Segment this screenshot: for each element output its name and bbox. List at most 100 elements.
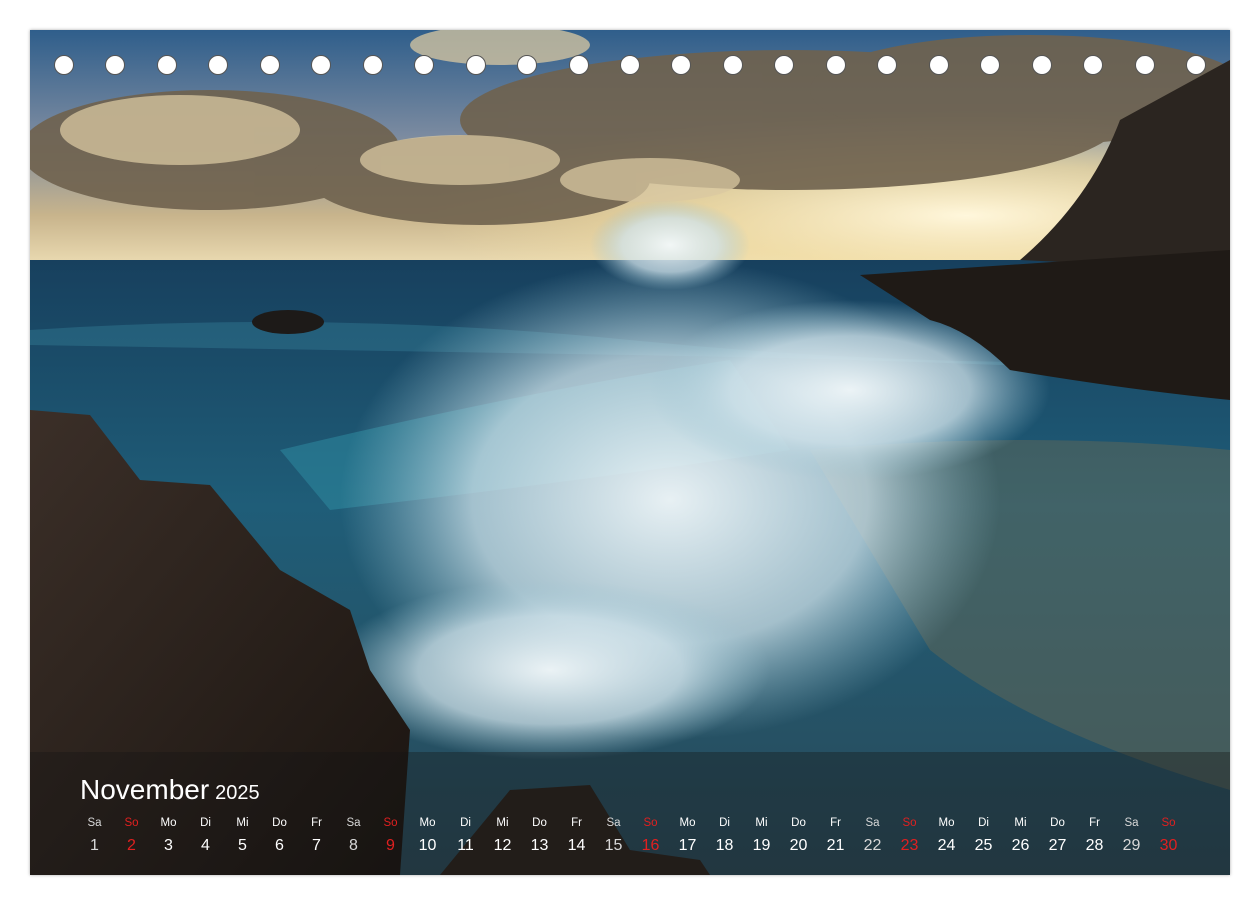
day-number: 14	[567, 837, 586, 854]
weekday-label: Di	[978, 817, 989, 829]
weekday-label: Mo	[679, 817, 696, 829]
binding-hole	[826, 55, 846, 75]
day-cell: Sa 8	[335, 816, 372, 857]
day-number: 30	[1159, 837, 1178, 854]
day-number: 24	[937, 837, 956, 854]
binding-hole	[517, 55, 537, 75]
day-cell: Do 6	[261, 816, 298, 857]
day-cell: So 30	[1150, 816, 1187, 857]
day-cell: Di 11	[447, 816, 484, 857]
spiral-binding-holes	[30, 30, 1230, 100]
weekday-label: Di	[200, 817, 211, 829]
weekday-label: Do	[532, 817, 547, 829]
binding-hole	[157, 55, 177, 75]
weekday-label: Mi	[236, 817, 249, 829]
binding-hole	[671, 55, 691, 75]
year-label: 2025	[215, 782, 260, 804]
day-number: 17	[678, 837, 697, 854]
binding-hole	[466, 55, 486, 75]
ocean-wave-photo	[30, 30, 1230, 875]
day-number: 23	[900, 837, 919, 854]
day-number: 4	[201, 837, 210, 854]
day-number: 15	[604, 837, 623, 854]
binding-hole	[208, 55, 228, 75]
day-number: 26	[1011, 837, 1030, 854]
day-cell: So 9	[372, 816, 409, 857]
day-number: 28	[1085, 837, 1104, 854]
day-number: 10	[418, 837, 437, 854]
weekday-label: Fr	[571, 817, 582, 829]
day-cell: So 2	[113, 816, 150, 857]
day-row: Sa 1 So 2 Mo 3 Di 4 Mi 5 Do 6 Fr 7 Sa 8 So 9 Mo 10 Di 11 Mi 12 D…	[80, 816, 1200, 860]
day-number: 1	[90, 837, 99, 854]
binding-hole	[260, 55, 280, 75]
weekday-label: Di	[460, 817, 471, 829]
weekday-label: Fr	[311, 817, 322, 829]
weekday-label: Do	[272, 817, 287, 829]
binding-hole	[980, 55, 1000, 75]
binding-hole	[929, 55, 949, 75]
day-number: 12	[493, 837, 512, 854]
weekday-label: Mo	[419, 817, 436, 829]
day-cell: Mo 17	[669, 816, 706, 857]
weekday-label: Mi	[1014, 817, 1027, 829]
calendar-page: November 2025 Sa 1 So 2 Mo 3 Di 4 Mi 5 Do 6 Fr 7 Sa 8 So 9…	[30, 30, 1230, 875]
day-cell: So 23	[891, 816, 928, 857]
binding-hole	[363, 55, 383, 75]
day-cell: Mo 10	[409, 816, 446, 857]
weekday-label: So	[383, 817, 398, 829]
day-number: 22	[863, 837, 882, 854]
day-number: 2	[127, 837, 136, 854]
weekday-label: Sa	[865, 817, 880, 829]
binding-hole	[569, 55, 589, 75]
weekday-label: Sa	[87, 817, 102, 829]
month-name: November	[80, 774, 210, 805]
binding-hole	[1135, 55, 1155, 75]
weekday-label: Sa	[1124, 817, 1139, 829]
day-cell: So 16	[632, 816, 669, 857]
day-cell: Di 18	[706, 816, 743, 857]
binding-hole	[414, 55, 434, 75]
binding-hole	[311, 55, 331, 75]
day-number: 3	[164, 837, 173, 854]
binding-hole	[877, 55, 897, 75]
day-number: 27	[1048, 837, 1067, 854]
month-title: November 2025	[80, 774, 260, 809]
day-cell: Do 20	[780, 816, 817, 857]
weekday-label: Sa	[346, 817, 361, 829]
day-number: 11	[457, 837, 474, 854]
day-cell: Di 4	[187, 816, 224, 857]
binding-hole	[620, 55, 640, 75]
day-cell: Di 25	[965, 816, 1002, 857]
binding-hole	[105, 55, 125, 75]
day-number: 8	[349, 837, 358, 854]
day-cell: Mi 12	[484, 816, 521, 857]
day-cell: Fr 28	[1076, 816, 1113, 857]
day-cell: Mi 19	[743, 816, 780, 857]
day-number: 9	[386, 837, 395, 854]
day-number: 6	[275, 837, 284, 854]
weekday-label: Do	[1050, 817, 1065, 829]
day-cell: Fr 21	[817, 816, 854, 857]
binding-hole	[54, 55, 74, 75]
day-number: 20	[789, 837, 808, 854]
weekday-label: So	[643, 817, 658, 829]
binding-hole	[723, 55, 743, 75]
weekday-label: Do	[791, 817, 806, 829]
day-cell: Mo 3	[150, 816, 187, 857]
day-cell: Fr 7	[298, 816, 335, 857]
day-cell: Do 27	[1039, 816, 1076, 857]
binding-hole	[1083, 55, 1103, 75]
day-cell: Mi 26	[1002, 816, 1039, 857]
weekday-label: So	[124, 817, 139, 829]
day-cell: Do 13	[521, 816, 558, 857]
day-number: 29	[1122, 837, 1141, 854]
weekday-label: Sa	[606, 817, 621, 829]
day-number: 7	[312, 837, 321, 854]
day-cell: Fr 14	[558, 816, 595, 857]
day-cell: Sa 1	[76, 816, 113, 857]
day-number: 5	[238, 837, 247, 854]
binding-hole	[1032, 55, 1052, 75]
day-number: 25	[974, 837, 993, 854]
day-number: 13	[530, 837, 549, 854]
